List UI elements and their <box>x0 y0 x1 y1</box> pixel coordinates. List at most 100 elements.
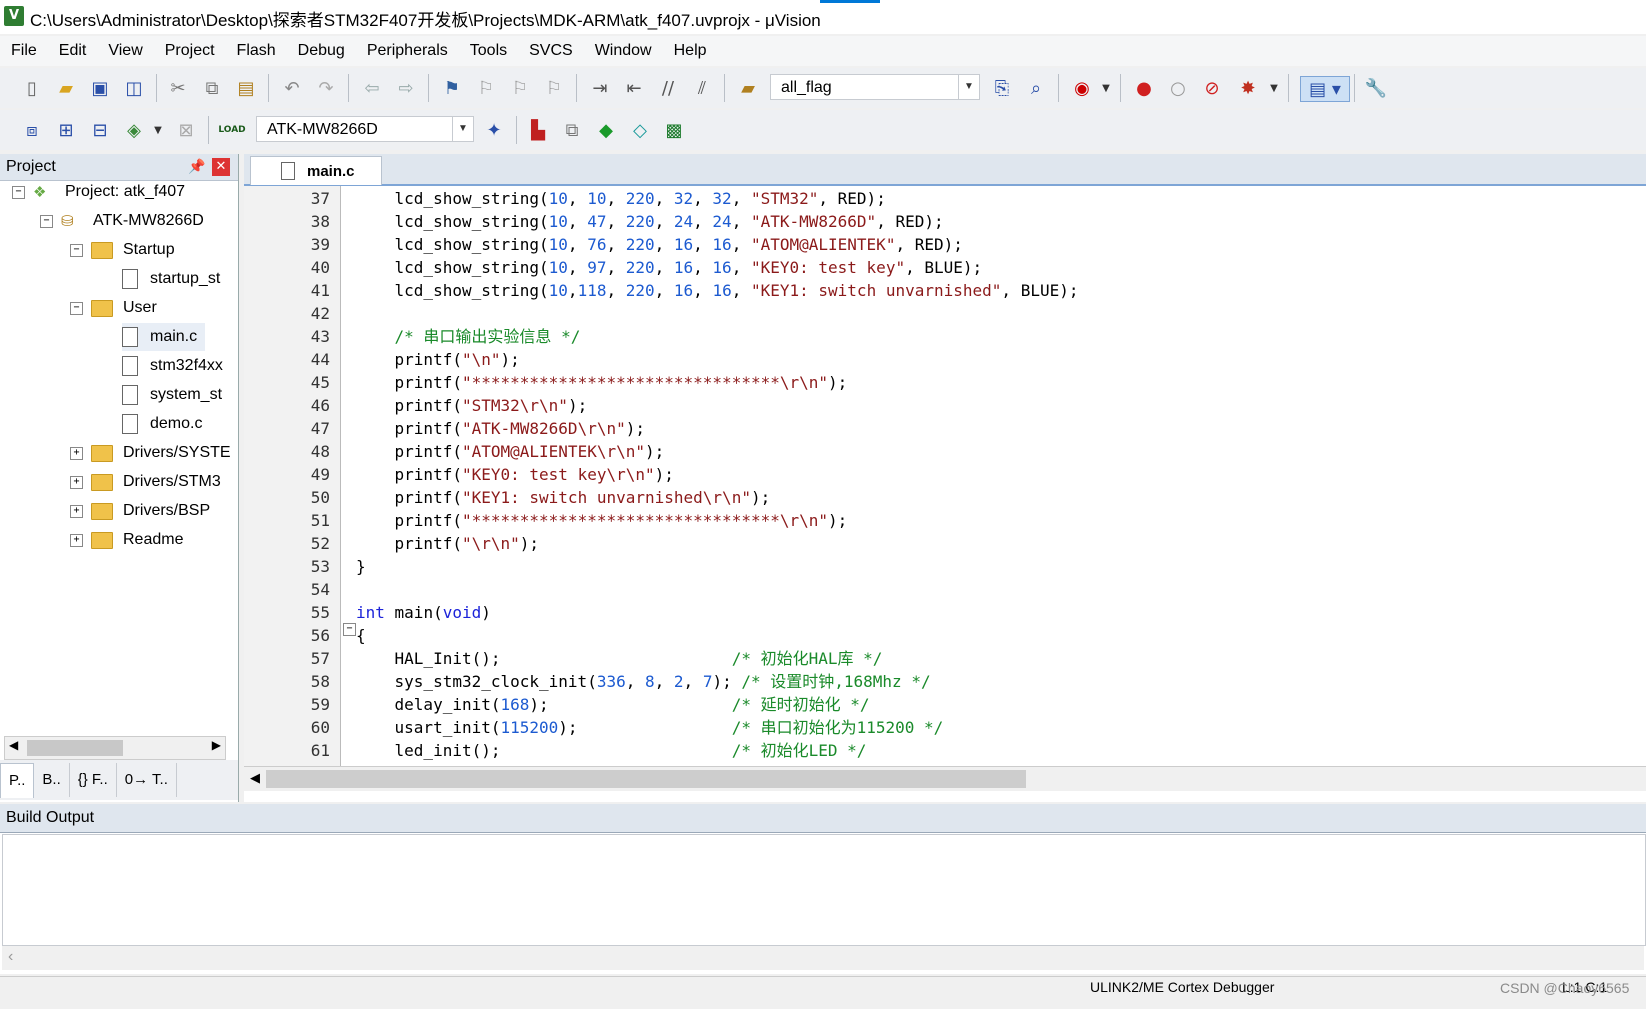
menu-window[interactable]: Window <box>584 42 663 60</box>
scrollbar-thumb[interactable] <box>266 770 1026 788</box>
menu-project[interactable]: Project <box>154 42 226 60</box>
select-packs-icon[interactable]: ⧉ <box>560 118 584 142</box>
target-options-icon[interactable]: ✦ <box>482 118 506 142</box>
tree-item-group-startup[interactable]: − Startup <box>70 236 175 264</box>
chevron-down-icon[interactable]: ▼ <box>1094 76 1118 100</box>
pin-icon[interactable]: 📌 <box>188 158 205 175</box>
menu-help[interactable]: Help <box>663 42 718 60</box>
chevron-down-icon[interactable]: ▼ <box>146 118 170 142</box>
incremental-find-icon[interactable]: ⌕ <box>1024 76 1048 100</box>
code-text-area[interactable]: lcd_show_string(10, 10, 220, 32, 32, "ST… <box>356 186 1646 766</box>
find-in-files-icon[interactable]: ▰ <box>736 76 760 100</box>
menu-svcs[interactable]: SVCS <box>518 42 584 60</box>
find-combo[interactable]: all_flag ▼ <box>770 74 980 100</box>
scrollbar-thumb[interactable] <box>27 740 123 756</box>
start-debug-session-icon[interactable]: ◉ <box>1070 76 1094 100</box>
stop-build-icon[interactable]: ⊠ <box>174 118 198 142</box>
scroll-left-icon[interactable]: ◀ <box>9 738 18 752</box>
batch-build-icon[interactable]: ◈ <box>122 118 146 142</box>
open-folder-icon[interactable]: ▰ <box>54 76 78 100</box>
scroll-left-icon[interactable]: ‹ <box>8 948 13 966</box>
tree-item-file[interactable]: stm32f4xx <box>122 352 223 380</box>
menu-file[interactable]: File <box>0 42 48 60</box>
menu-debug[interactable]: Debug <box>287 42 356 60</box>
find-icon[interactable]: ⎘ <box>990 76 1014 100</box>
comment-icon[interactable]: // <box>656 76 680 100</box>
navigate-back-icon[interactable]: ⇦ <box>360 76 384 100</box>
tab-functions[interactable]: {} F.. <box>70 763 117 797</box>
tree-item-group-drivers-system[interactable]: + Drivers/SYSTE <box>70 439 231 467</box>
tree-item-target[interactable]: − ⛁ ATK-MW8266D <box>40 207 204 235</box>
tab-books[interactable]: B.. <box>34 763 70 797</box>
insert-bookmark-icon[interactable]: ⚑ <box>440 76 464 100</box>
chevron-down-icon[interactable]: ▼ <box>1262 76 1286 100</box>
build-output-text[interactable] <box>2 834 1646 946</box>
manage-rte-icon[interactable]: ◆ <box>594 118 618 142</box>
install-packs-icon[interactable]: ▩ <box>662 118 686 142</box>
undo-icon[interactable]: ↶ <box>280 76 304 100</box>
tab-project[interactable]: P.. <box>0 762 35 798</box>
previous-bookmark-icon[interactable]: ⚐ <box>474 76 498 100</box>
collapse-icon[interactable]: − <box>12 185 25 199</box>
collapse-icon[interactable]: − <box>70 243 83 257</box>
tree-item-group-drivers-bsp[interactable]: + Drivers/BSP <box>70 497 210 525</box>
tree-item-project[interactable]: − ❖ Project: atk_f407 <box>12 178 185 206</box>
cut-icon[interactable]: ✂ <box>166 76 190 100</box>
collapse-icon[interactable]: − <box>343 623 356 636</box>
tree-item-group-drivers-stm32[interactable]: + Drivers/STM3 <box>70 468 221 496</box>
tree-horizontal-scrollbar[interactable]: ◀ ▶ <box>4 736 226 760</box>
target-combo[interactable]: ATK-MW8266D ▼ <box>256 116 474 142</box>
new-file-icon[interactable]: ▯ <box>20 76 44 100</box>
expand-icon[interactable]: + <box>70 446 83 460</box>
configure-tools-icon[interactable]: 🔧 <box>1364 76 1388 100</box>
insert-breakpoint-icon[interactable]: ● <box>1132 76 1156 100</box>
chevron-down-icon[interactable]: ▼ <box>958 75 979 99</box>
scroll-right-icon[interactable]: ▶ <box>212 738 221 752</box>
navigate-forward-icon[interactable]: ⇨ <box>394 76 418 100</box>
collapse-icon[interactable]: − <box>70 301 83 315</box>
expand-icon[interactable]: + <box>70 504 83 518</box>
expand-icon[interactable]: + <box>70 533 83 547</box>
menu-tools[interactable]: Tools <box>459 42 518 60</box>
menu-edit[interactable]: Edit <box>48 42 98 60</box>
collapse-icon[interactable]: − <box>40 214 53 228</box>
window-layout-icon[interactable]: ▤ ▾ <box>1300 76 1350 102</box>
tree-item-file[interactable]: system_st <box>122 381 222 409</box>
clear-bookmarks-icon[interactable]: ⚐ <box>542 76 566 100</box>
copy-icon[interactable]: ⧉ <box>200 76 224 100</box>
next-bookmark-icon[interactable]: ⚐ <box>508 76 532 100</box>
tree-item-group-readme[interactable]: + Readme <box>70 526 183 554</box>
menu-view[interactable]: View <box>97 42 153 60</box>
menu-peripherals[interactable]: Peripherals <box>356 42 459 60</box>
manage-project-items-icon[interactable]: ▙ <box>526 118 550 142</box>
expand-icon[interactable]: + <box>70 475 83 489</box>
chevron-down-icon[interactable]: ▼ <box>452 117 473 141</box>
enable-breakpoint-icon[interactable]: ○ <box>1166 76 1190 100</box>
menu-flash[interactable]: Flash <box>226 42 287 60</box>
redo-icon[interactable]: ↷ <box>314 76 338 100</box>
save-icon[interactable]: ▣ <box>88 76 112 100</box>
translate-icon[interactable]: ⧈ <box>20 118 44 142</box>
unindent-icon[interactable]: ⇤ <box>622 76 646 100</box>
code-token: ); <box>654 465 674 484</box>
kill-breakpoints-icon[interactable]: ✸ <box>1236 76 1260 100</box>
build-icon[interactable]: ⊞ <box>54 118 78 142</box>
scroll-left-icon[interactable]: ◀ <box>250 770 260 786</box>
indent-icon[interactable]: ⇥ <box>588 76 612 100</box>
tab-main-c[interactable]: main.c <box>250 156 382 185</box>
rebuild-icon[interactable]: ⊟ <box>88 118 112 142</box>
tab-templates[interactable]: 0→ T.. <box>117 763 177 797</box>
paste-icon[interactable]: ▤ <box>234 76 258 100</box>
disable-breakpoints-icon[interactable]: ⊘ <box>1200 76 1224 100</box>
tree-item-group-user[interactable]: − User <box>70 294 157 322</box>
download-load-icon[interactable]: LOAD <box>218 118 245 142</box>
tree-item-file-selected[interactable]: main.c <box>122 323 206 351</box>
pack-installer-icon[interactable]: ◇ <box>628 118 652 142</box>
close-icon[interactable]: ✕ <box>212 158 230 176</box>
editor-horizontal-scrollbar[interactable]: ◀ <box>244 766 1646 791</box>
build-output-scrollbar[interactable]: ‹ <box>2 946 1644 970</box>
uncomment-icon[interactable]: ⫽ <box>690 76 714 100</box>
tree-item-file[interactable]: startup_st <box>122 265 220 293</box>
save-all-icon[interactable]: ◫ <box>122 76 146 100</box>
tree-item-file[interactable]: demo.c <box>122 410 202 438</box>
